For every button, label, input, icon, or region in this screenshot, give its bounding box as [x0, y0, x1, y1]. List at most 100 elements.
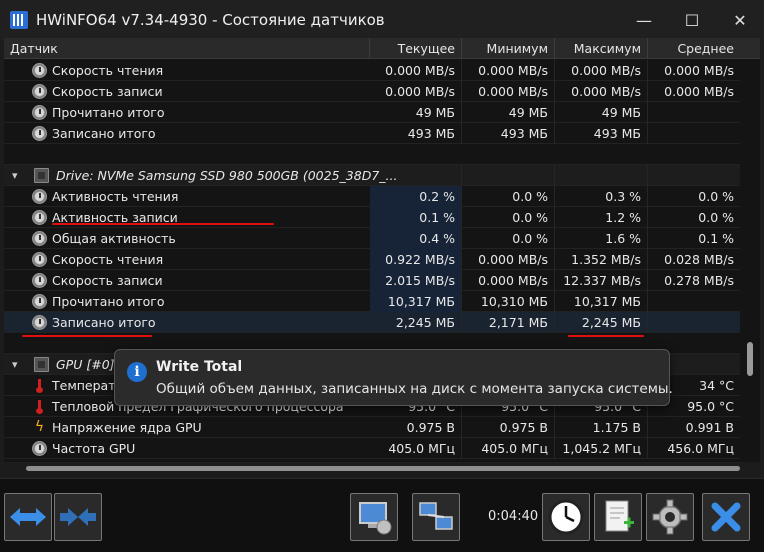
- table-row[interactable]: Скорость чтения 0.000 MB/s 0.000 MB/s 0.…: [4, 60, 740, 81]
- column-header-avg[interactable]: Среднее: [648, 38, 740, 59]
- table-row[interactable]: Скорость записи 2.015 MB/s 0.000 MB/s 12…: [4, 270, 740, 291]
- min-value: 0.000 MB/s: [462, 60, 555, 81]
- min-value: 0.000 MB/s: [462, 249, 555, 270]
- sensor-name: Записано итого: [52, 315, 156, 330]
- max-value: 2,245 МБ: [555, 312, 648, 333]
- avg-value: 456.0 МГц: [667, 441, 734, 456]
- horizontal-scrollbar[interactable]: [4, 462, 740, 474]
- settings-button[interactable]: [646, 493, 694, 541]
- max-value: 1.6 %: [555, 228, 648, 249]
- group-name: Drive: NVMe Samsung SSD 980 500GB (0025_…: [56, 168, 398, 183]
- network-button[interactable]: [412, 493, 460, 541]
- elapsed-timer: 0:04:40: [488, 509, 539, 524]
- monitor-settings-button[interactable]: [350, 493, 398, 541]
- horizontal-scroll-thumb[interactable]: [26, 466, 740, 471]
- clock-button[interactable]: [542, 493, 590, 541]
- current-value: 0.2 %: [370, 186, 462, 207]
- table-row[interactable]: Частота GPU 405.0 МГц 405.0 МГц 1,045.2 …: [4, 438, 740, 459]
- table-row[interactable]: Прочитано итого 10,317 МБ 10,310 МБ 10,3…: [4, 291, 740, 312]
- minimize-button[interactable]: —: [620, 0, 668, 40]
- close-window-button[interactable]: ✕: [716, 0, 764, 40]
- vertical-scrollbar[interactable]: [744, 60, 756, 460]
- min-value: 0.000 MB/s: [462, 81, 555, 102]
- title-bar: HWiNFO64 v7.34-4930 - Состояние датчиков…: [0, 0, 764, 40]
- window-title: HWiNFO64 v7.34-4930 - Состояние датчиков: [36, 11, 385, 29]
- min-value: 49 МБ: [462, 102, 555, 123]
- min-value: 0.0 %: [462, 186, 555, 207]
- table-row[interactable]: Скорость чтения 0.922 MB/s 0.000 MB/s 1.…: [4, 249, 740, 270]
- clock-icon: [32, 315, 47, 330]
- table-row[interactable]: Активность чтения 0.2 % 0.0 % 0.3 % 0.0 …: [4, 186, 740, 207]
- tooltip-title: Write Total: [156, 359, 243, 375]
- clock-icon: [32, 231, 47, 246]
- min-value: 0.0 %: [462, 207, 555, 228]
- avg-value: [648, 312, 740, 333]
- expand-columns-button[interactable]: [4, 493, 52, 541]
- table-row-selected[interactable]: Записано итого 2,245 МБ 2,171 МБ 2,245 М…: [4, 312, 740, 333]
- column-header-min[interactable]: Минимум: [462, 38, 555, 59]
- current-value: 2,245 МБ: [370, 312, 462, 333]
- avg-value: [648, 291, 740, 312]
- max-value: 1.352 MB/s: [555, 249, 648, 270]
- current-value: 10,317 МБ: [370, 291, 462, 312]
- maximize-button[interactable]: ☐: [668, 0, 716, 40]
- max-value: 49 МБ: [555, 102, 648, 123]
- max-value: 493 МБ: [555, 123, 648, 144]
- clock-icon: [32, 252, 47, 267]
- avg-value: 0.000 MB/s: [664, 63, 734, 78]
- annotation-underline-written: [22, 335, 152, 337]
- sensor-name: Скорость чтения: [52, 252, 164, 267]
- table-row[interactable]: Прочитано итого 49 МБ 49 МБ 49 МБ: [4, 102, 740, 123]
- drive-chip-icon: [34, 168, 49, 183]
- table-row[interactable]: Записано итого 493 МБ 493 МБ 493 МБ: [4, 123, 740, 144]
- column-header-sensor[interactable]: Датчик: [4, 38, 370, 59]
- current-value: 0.922 MB/s: [370, 249, 462, 270]
- hwinfo-app-icon: [10, 11, 28, 29]
- avg-value: 0.278 MB/s: [664, 273, 734, 288]
- current-value: 2.015 MB/s: [370, 270, 462, 291]
- sensor-name: Частота GPU: [52, 441, 136, 456]
- current-value: 0.975 В: [370, 417, 462, 438]
- lightning-icon: ϟ: [34, 419, 45, 435]
- max-value: 1.2 %: [555, 207, 648, 228]
- report-button[interactable]: [594, 493, 642, 541]
- table-row[interactable]: Общая активность 0.4 % 0.0 % 1.6 % 0.1 %: [4, 228, 740, 249]
- collapse-columns-button[interactable]: [54, 493, 102, 541]
- close-sensors-button[interactable]: [702, 493, 750, 541]
- tooltip-text: Общий объем данных, записанных на диск с…: [156, 381, 673, 397]
- max-value: 0.000 MB/s: [555, 60, 648, 81]
- current-value: 0.000 MB/s: [370, 81, 462, 102]
- table-row[interactable]: Скорость записи 0.000 MB/s 0.000 MB/s 0.…: [4, 81, 740, 102]
- sensor-name: Активность чтения: [52, 189, 179, 204]
- min-value: 0.975 В: [462, 417, 555, 438]
- min-value: 2,171 МБ: [462, 312, 555, 333]
- vertical-scroll-thumb[interactable]: [747, 342, 753, 376]
- clock-icon: [32, 126, 47, 141]
- table-row[interactable]: ϟ Напряжение ядра GPU 0.975 В 0.975 В 1.…: [4, 417, 740, 438]
- sensor-name: Скорость записи: [52, 84, 163, 99]
- thermometer-icon: [32, 399, 47, 414]
- sensor-group-drive[interactable]: ▾ Drive: NVMe Samsung SSD 980 500GB (002…: [4, 165, 740, 186]
- current-value: 0.000 MB/s: [370, 60, 462, 81]
- window-controls: — ☐ ✕: [620, 0, 764, 40]
- column-header-current[interactable]: Текущее: [370, 38, 462, 59]
- column-header-max[interactable]: Максимум: [555, 38, 648, 59]
- current-value: 493 МБ: [370, 123, 462, 144]
- sensor-name: Напряжение ядра GPU: [52, 420, 202, 435]
- current-value: 0.4 %: [370, 228, 462, 249]
- current-value: 0.1 %: [370, 207, 462, 228]
- avg-value: 0.0 %: [698, 189, 734, 204]
- empty-row: [4, 144, 740, 165]
- current-value: 405.0 МГц: [370, 438, 462, 459]
- clock-icon: [32, 294, 47, 309]
- gpu-chip-icon: [34, 357, 49, 372]
- collapse-chevron-icon[interactable]: ▾: [12, 354, 18, 375]
- clock-icon: [32, 105, 47, 120]
- clock-icon: [32, 84, 47, 99]
- collapse-chevron-icon[interactable]: ▾: [12, 165, 18, 186]
- sensor-name: Скорость записи: [52, 273, 163, 288]
- min-value: 493 МБ: [462, 123, 555, 144]
- max-value: 1,045.2 МГц: [555, 438, 648, 459]
- min-value: 405.0 МГц: [462, 438, 555, 459]
- avg-value: 0.991 В: [685, 420, 734, 435]
